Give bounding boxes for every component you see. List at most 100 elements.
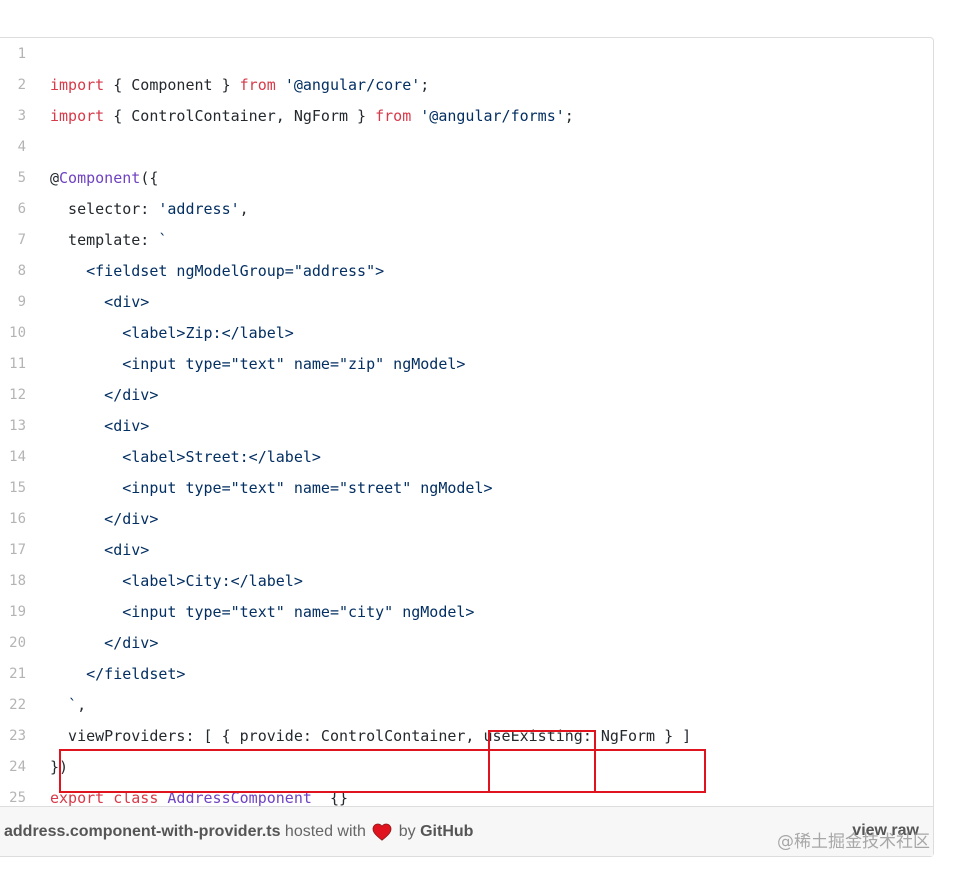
line-number: 10 [9, 325, 26, 341]
code-block: 1 2 import { Component } from '@angular/… [0, 39, 934, 807]
decorator-name: Component [59, 169, 141, 187]
keyword: from [375, 107, 412, 125]
line-number: 22 [9, 697, 26, 713]
code-line: 1 [0, 39, 934, 70]
line-number: 16 [9, 511, 26, 527]
highlight-box-viewproviders [59, 749, 706, 793]
keyword: import [50, 76, 105, 94]
code-line: 8 <fieldset ngModelGroup="address"> [0, 256, 934, 287]
line-number: 3 [17, 108, 26, 124]
code-text: <label>City:</label> [50, 572, 303, 590]
line-number: 23 [9, 728, 26, 744]
code-token: , [239, 200, 249, 218]
code-token: ; [564, 107, 574, 125]
line-number: 9 [17, 294, 26, 310]
keyword: from [239, 76, 276, 94]
keyword: import [50, 107, 105, 125]
template-literal: ` [50, 696, 78, 714]
code-text: <fieldset ngModelGroup="address"> [50, 262, 385, 280]
code-token: template: [50, 231, 159, 249]
code-token: @ [50, 169, 60, 187]
code-token: { Component } [104, 76, 240, 94]
code-text: </div> [50, 386, 159, 404]
line-number: 14 [9, 449, 26, 465]
code-line: 5 @Component({ [0, 163, 934, 194]
line-number: 2 [17, 77, 26, 93]
code-text: template: ` [50, 225, 167, 256]
code-line: 12 </div> [0, 380, 934, 411]
line-number: 8 [17, 263, 26, 279]
code-token: { ControlContainer, NgForm } [104, 107, 376, 125]
code-token: ({ [140, 169, 159, 187]
line-number: 12 [9, 387, 26, 403]
line-number: 20 [9, 635, 26, 651]
code-line: 14 <label>Street:</label> [0, 442, 934, 473]
code-line: 2 import { Component } from '@angular/co… [0, 70, 934, 101]
line-number: 1 [17, 46, 26, 62]
code-text: </fieldset> [50, 665, 186, 683]
by-text: by [394, 823, 421, 840]
code-text: </div> [50, 634, 159, 652]
code-line: 16 </div> [0, 504, 934, 535]
code-text: <input type="text" name="city" ngModel> [50, 603, 475, 621]
code-line: 13 <div> [0, 411, 934, 442]
gist-filename-link[interactable]: address.component-with-provider.ts [4, 823, 280, 840]
code-text: import { ControlContainer, NgForm } from… [50, 101, 574, 132]
highlight-box-useexisting [488, 730, 596, 793]
code-text: `, [50, 690, 86, 721]
line-number: 11 [9, 356, 26, 372]
code-text: <input type="text" name="zip" ngModel> [50, 355, 466, 373]
line-number: 4 [17, 139, 26, 155]
code-token: selector: [50, 200, 159, 218]
code-line: 17 <div> [0, 535, 934, 566]
line-number: 17 [9, 542, 26, 558]
watermark: @稀土掘金技术社区 [777, 832, 930, 852]
code-text: <label>Street:</label> [50, 448, 321, 466]
code-token: , [77, 696, 87, 714]
code-line: 11 <input type="text" name="zip" ngModel… [0, 349, 934, 380]
string-literal: 'address' [158, 200, 240, 218]
gist-meta: address.component-with-provider.ts hoste… [4, 807, 473, 857]
line-number: 7 [17, 232, 26, 248]
code-line: 3 import { ControlContainer, NgForm } fr… [0, 101, 934, 132]
line-number: 18 [9, 573, 26, 589]
code-line: 7 template: ` [0, 225, 934, 256]
template-literal: ` [158, 231, 168, 249]
code-line: 10 <label>Zip:</label> [0, 318, 934, 349]
code-line: 4 [0, 132, 934, 163]
code-text: <div> [50, 541, 150, 559]
code-line: 19 <input type="text" name="city" ngMode… [0, 597, 934, 628]
github-link[interactable]: GitHub [420, 823, 473, 840]
code-text: import { Component } from '@angular/core… [50, 70, 429, 101]
string-literal: '@angular/core' [284, 76, 421, 94]
line-number: 19 [9, 604, 26, 620]
code-line: 22 `, [0, 690, 934, 721]
line-number: 5 [17, 170, 26, 186]
code-text: <input type="text" name="street" ngModel… [50, 479, 493, 497]
code-text: <div> [50, 417, 150, 435]
code-line: 18 <label>City:</label> [0, 566, 934, 597]
code-line: 9 <div> [0, 287, 934, 318]
line-number: 15 [9, 480, 26, 496]
code-text: <div> [50, 293, 150, 311]
code-line: 23 viewProviders: [ { provide: ControlCo… [0, 721, 934, 752]
line-number: 21 [9, 666, 26, 682]
code-line: 21 </fieldset> [0, 659, 934, 690]
hosted-with-text: hosted with [280, 823, 371, 840]
code-text: selector: 'address', [50, 194, 249, 225]
code-text: </div> [50, 510, 159, 528]
heart-icon [372, 823, 392, 841]
code-line: 15 <input type="text" name="street" ngMo… [0, 473, 934, 504]
line-number: 24 [9, 759, 26, 775]
string-literal: '@angular/forms' [420, 107, 565, 125]
code-line: 6 selector: 'address', [0, 194, 934, 225]
gist-embed: 1 2 import { Component } from '@angular/… [0, 37, 934, 857]
code-line: 20 </div> [0, 628, 934, 659]
line-number: 6 [17, 201, 26, 217]
code-text: @Component({ [50, 163, 158, 194]
code-text: <label>Zip:</label> [50, 324, 294, 342]
line-number: 13 [9, 418, 26, 434]
code-token: ; [420, 76, 430, 94]
